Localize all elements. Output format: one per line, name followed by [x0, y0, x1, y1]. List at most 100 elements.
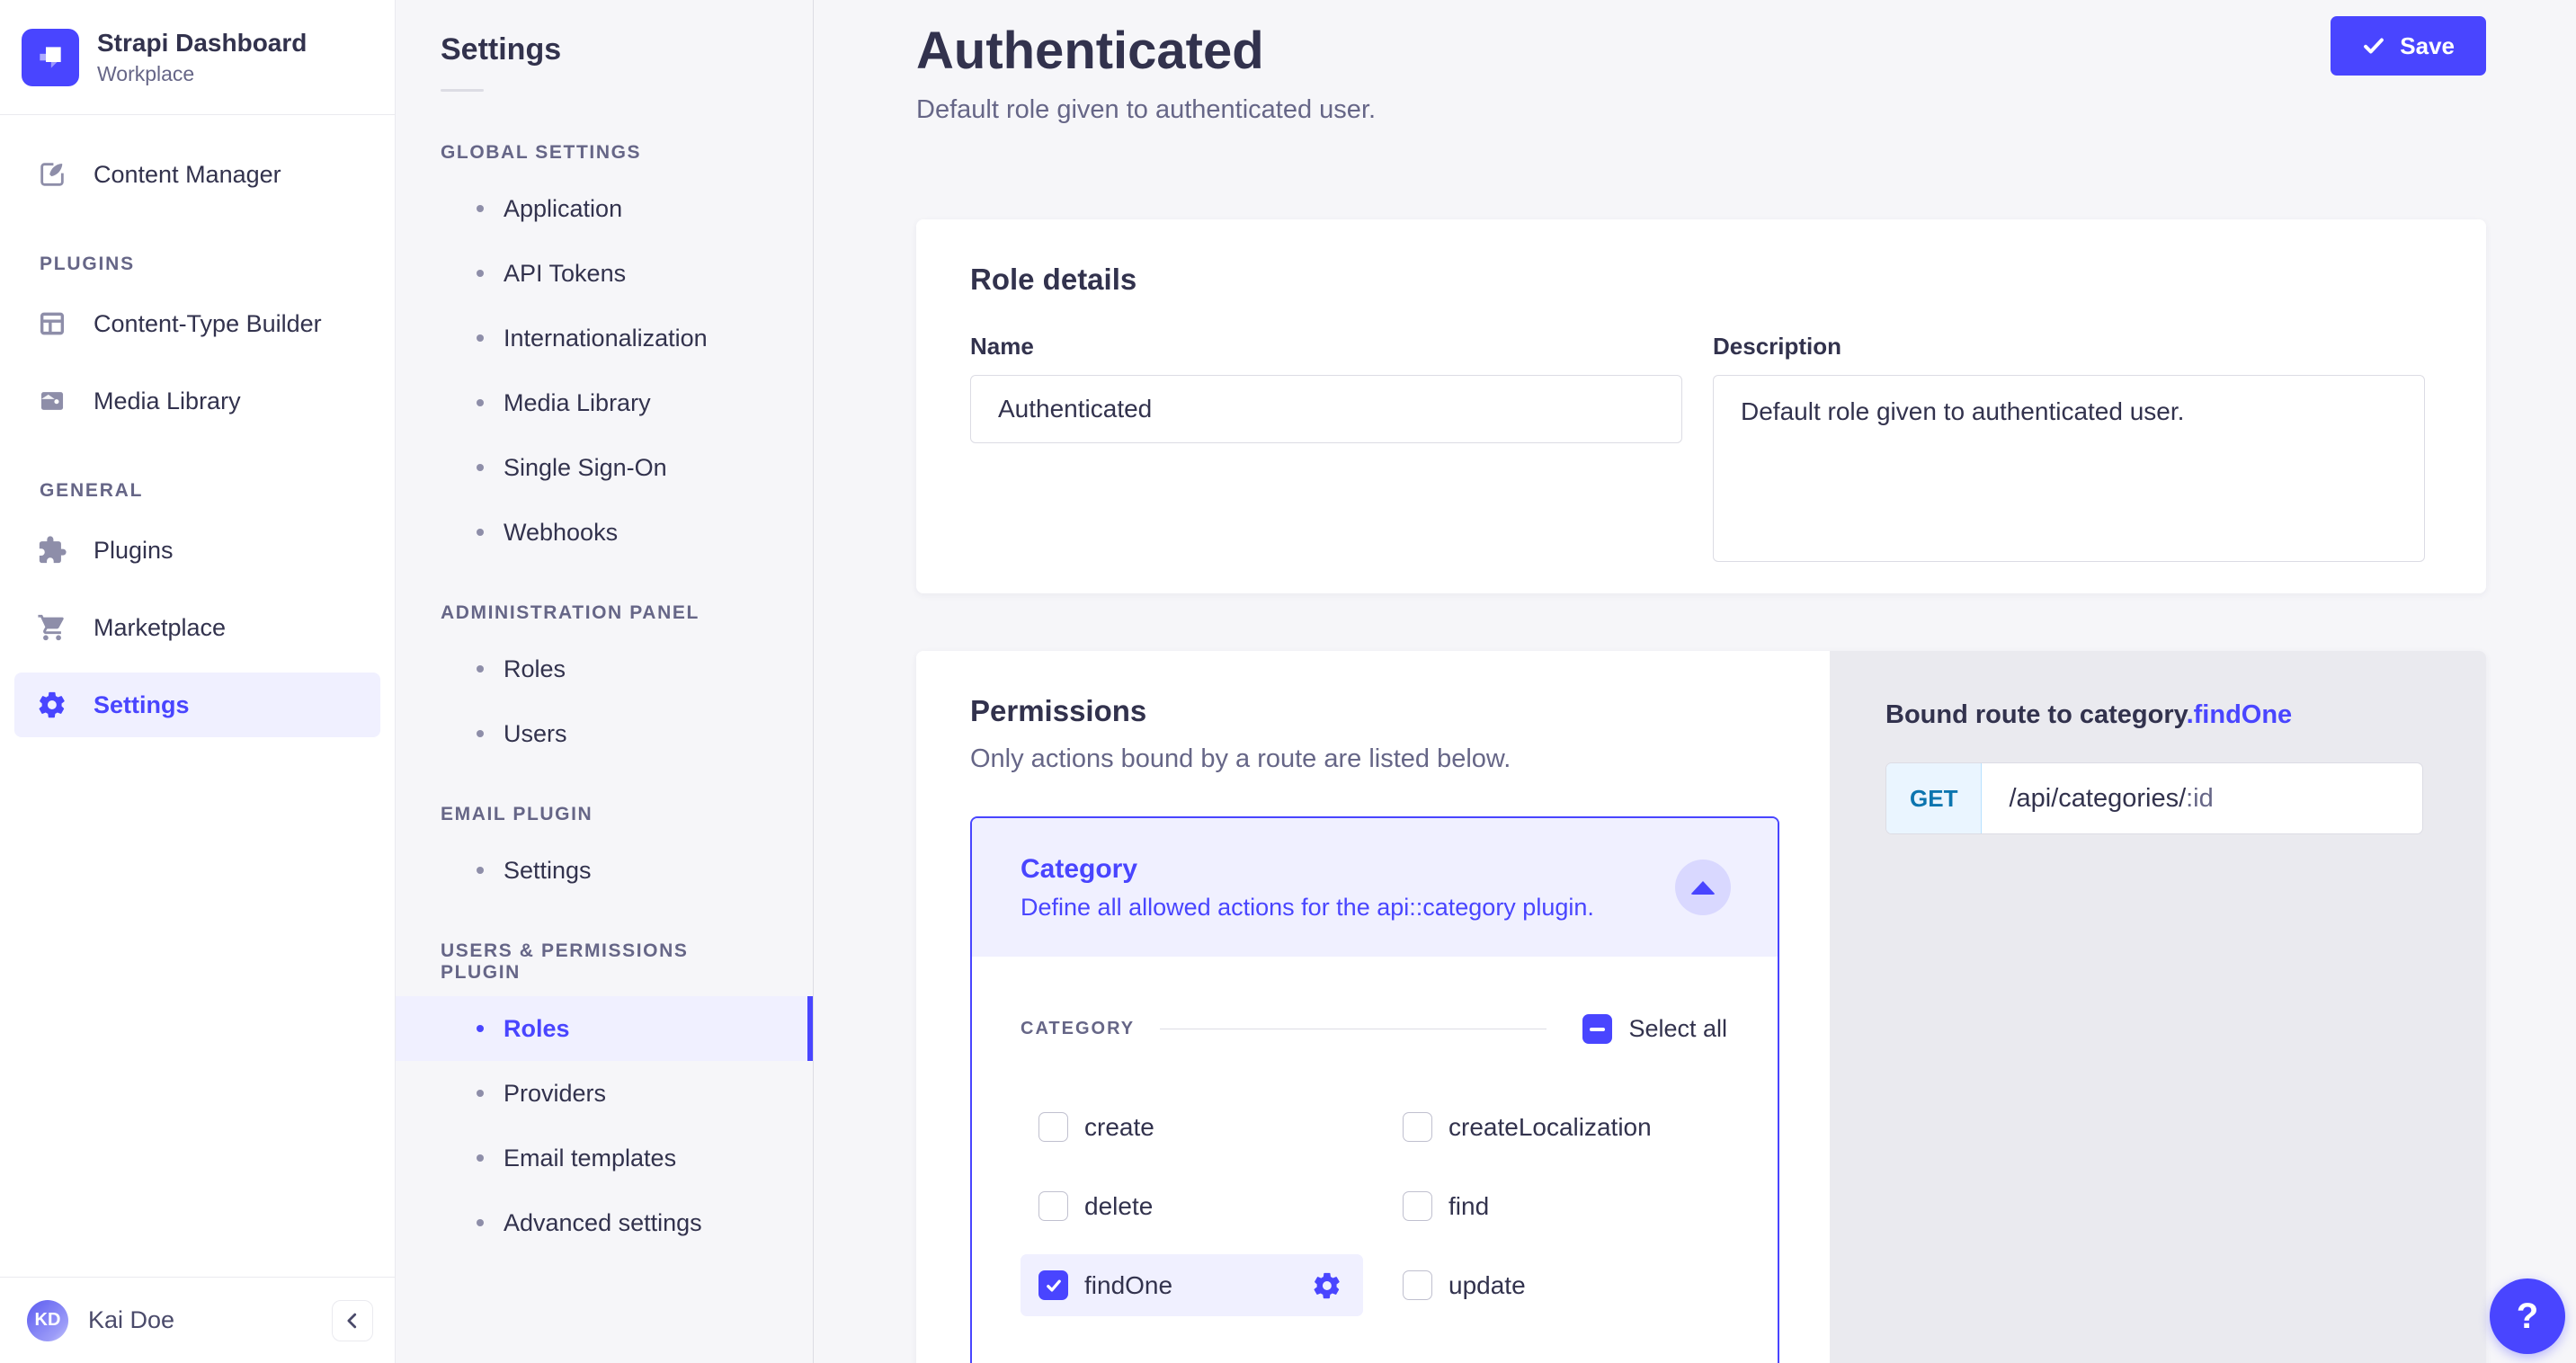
category-accordion-header[interactable]: Category Define all allowed actions for …	[972, 818, 1778, 957]
action-label: update	[1448, 1271, 1526, 1300]
bullet-icon	[477, 730, 484, 737]
subnav-section-users-permissions-plugin: USERS & PERMISSIONS PLUGIN	[396, 940, 813, 984]
subnav-item-admin-roles[interactable]: Roles	[396, 637, 813, 701]
page-header: Authenticated Default role given to auth…	[916, 0, 2486, 126]
role-details-title: Role details	[970, 263, 2425, 297]
subnav-item-media-library[interactable]: Media Library	[396, 370, 813, 435]
action-label: findOne	[1084, 1271, 1172, 1300]
delete-checkbox[interactable]	[1038, 1191, 1068, 1221]
strapi-admin-screen: Strapi Dashboard Workplace Content Manag…	[0, 0, 2576, 1363]
nav-item-content-type-builder[interactable]: Content-Type Builder	[14, 291, 380, 356]
nav-item-plugins[interactable]: Plugins	[14, 518, 380, 583]
bullet-icon	[477, 1154, 484, 1162]
nav-item-label: Plugins	[94, 537, 174, 565]
caret-up-icon	[1690, 881, 1716, 895]
name-field-group: Name	[970, 333, 1682, 566]
avatar[interactable]: KD	[27, 1300, 68, 1341]
content-type-builder-icon	[34, 306, 70, 342]
app-title: Strapi Dashboard	[97, 28, 307, 58]
sidebar-footer: KD Kai Doe	[0, 1277, 395, 1363]
subnav-item-admin-users[interactable]: Users	[396, 701, 813, 766]
action-row-findOne[interactable]: findOne	[1021, 1254, 1363, 1316]
action-row-createLocalization: createLocalization	[1385, 1096, 1727, 1158]
nav-item-label: Media Library	[94, 388, 241, 415]
action-label: create	[1084, 1113, 1154, 1142]
subnav-item-webhooks[interactable]: Webhooks	[396, 500, 813, 565]
user-name: Kai Doe	[88, 1306, 312, 1334]
name-label: Name	[970, 333, 1682, 361]
findOne-settings-button[interactable]	[1309, 1268, 1345, 1304]
findOne-checkbox[interactable]	[1038, 1270, 1068, 1300]
create-checkbox[interactable]	[1038, 1112, 1068, 1142]
select-all-label: Select all	[1628, 1015, 1727, 1043]
nav-item-marketplace[interactable]: Marketplace	[14, 595, 380, 660]
gear-icon	[1312, 1270, 1342, 1301]
workspace-name: Workplace	[97, 60, 307, 87]
subnav-item-api-tokens[interactable]: API Tokens	[396, 241, 813, 306]
bound-route-panel: Bound route to category.findOne GET /api…	[1830, 651, 2486, 1363]
action-row-create: create	[1021, 1096, 1363, 1158]
permissions-subtitle: Only actions bound by a route are listed…	[970, 743, 1779, 775]
bound-route-action: .findOne	[2187, 700, 2293, 729]
subnav-item-up-email-templates[interactable]: Email templates	[396, 1126, 813, 1190]
strapi-logo-icon	[22, 29, 79, 86]
check-icon	[2362, 34, 2385, 58]
category-accordion: Category Define all allowed actions for …	[970, 816, 1779, 1363]
nav-item-media-library[interactable]: Media Library	[14, 369, 380, 433]
save-button[interactable]: Save	[2331, 16, 2486, 76]
action-row-find: find	[1385, 1175, 1727, 1237]
name-field[interactable]	[970, 375, 1682, 443]
actions-grid: create createLocalization delete	[1021, 1096, 1727, 1316]
subnav-section-global-settings: GLOBAL SETTINGS	[396, 142, 813, 164]
bullet-icon	[477, 334, 484, 342]
createLocalization-checkbox[interactable]	[1403, 1112, 1432, 1142]
subnav-item-single-sign-on[interactable]: Single Sign-On	[396, 435, 813, 500]
collapse-accordion-button[interactable]	[1675, 860, 1731, 915]
subnav-item-application[interactable]: Application	[396, 176, 813, 241]
select-all-checkbox[interactable]	[1582, 1014, 1612, 1044]
permissions-title: Permissions	[970, 694, 1779, 728]
action-label: delete	[1084, 1192, 1153, 1221]
gear-icon	[34, 687, 70, 723]
subnav-item-email-settings[interactable]: Settings	[396, 838, 813, 903]
subnav-item-internationalization[interactable]: Internationalization	[396, 306, 813, 370]
page-subtitle: Default role given to authenticated user…	[916, 94, 2486, 126]
save-button-label: Save	[2400, 32, 2455, 60]
workspace-brand[interactable]: Strapi Dashboard Workplace	[0, 0, 395, 115]
route-path: /api/categories/:id	[1982, 763, 2422, 833]
category-accordion-body: CATEGORY Select all create	[972, 957, 1778, 1363]
subnav-item-up-advanced-settings[interactable]: Advanced settings	[396, 1190, 813, 1255]
role-details-fields: Name Description Default role given to a…	[970, 333, 2425, 566]
bullet-icon	[477, 665, 484, 673]
nav-item-settings[interactable]: Settings	[14, 673, 380, 737]
content-manager-icon	[34, 156, 70, 192]
permissions-section: Permissions Only actions bound by a rout…	[916, 651, 2486, 1363]
main-nav: Content Manager PLUGINS Content-Type Bui…	[0, 115, 395, 1277]
settings-subnav: Settings GLOBAL SETTINGS Application API…	[396, 0, 814, 1363]
cart-icon	[34, 610, 70, 646]
subnav-item-up-providers[interactable]: Providers	[396, 1061, 813, 1126]
puzzle-icon	[34, 532, 70, 568]
action-row-update: update	[1385, 1254, 1727, 1316]
description-label: Description	[1713, 333, 2425, 361]
help-button[interactable]: ?	[2490, 1278, 2565, 1354]
bullet-icon	[477, 1090, 484, 1097]
description-field[interactable]: Default role given to authenticated user…	[1713, 375, 2425, 562]
accordion-subtitle: Define all allowed actions for the api::…	[1021, 892, 1594, 922]
settings-title: Settings	[396, 32, 813, 67]
action-label: find	[1448, 1192, 1489, 1221]
collapse-sidebar-button[interactable]	[332, 1300, 373, 1341]
action-label: createLocalization	[1448, 1113, 1652, 1142]
bullet-icon	[477, 529, 484, 536]
accordion-header-text: Category Define all allowed actions for …	[1021, 852, 1594, 922]
category-group-row: CATEGORY Select all	[1021, 1014, 1727, 1044]
update-checkbox[interactable]	[1403, 1270, 1432, 1300]
brand-text: Strapi Dashboard Workplace	[97, 28, 307, 87]
select-all-control[interactable]: Select all	[1582, 1014, 1727, 1044]
nav-item-label: Settings	[94, 691, 190, 719]
method-badge: GET	[1886, 763, 1982, 833]
nav-item-content-manager[interactable]: Content Manager	[14, 142, 380, 207]
media-library-icon	[34, 383, 70, 419]
find-checkbox[interactable]	[1403, 1191, 1432, 1221]
subnav-item-up-roles[interactable]: Roles	[396, 996, 813, 1061]
